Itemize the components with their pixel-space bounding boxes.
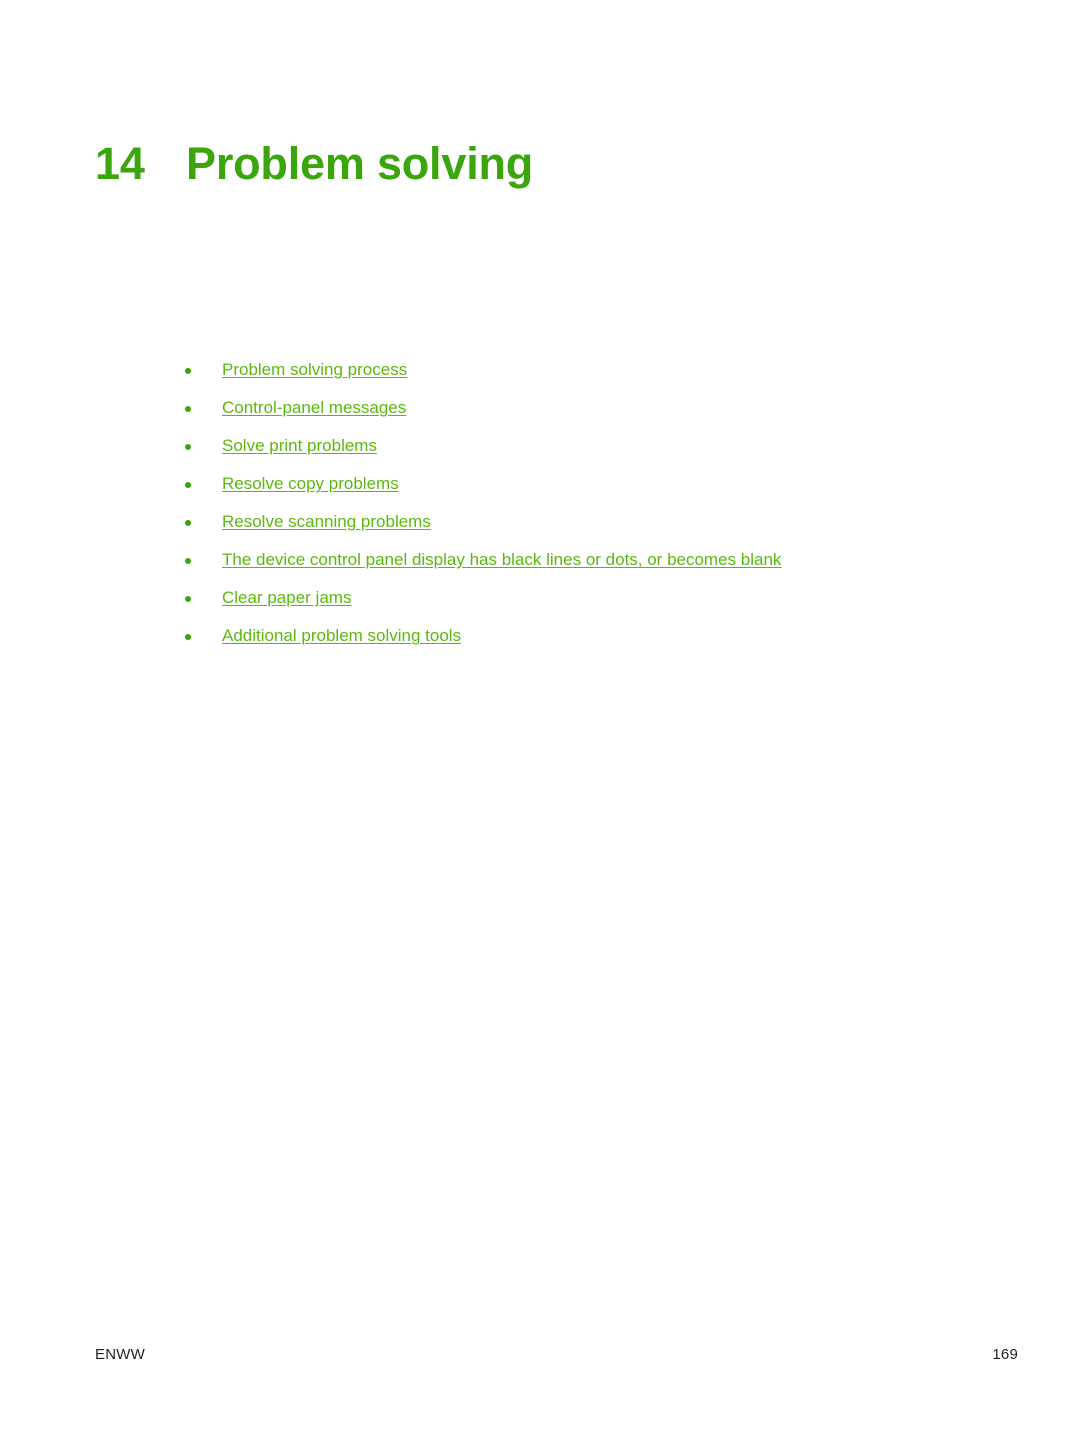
section-link-solve-print-problems[interactable]: Solve print problems [222, 436, 377, 455]
list-item: Additional problem solving tools [182, 624, 942, 662]
chapter-number: 14 [95, 138, 145, 190]
section-link-clear-paper-jams[interactable]: Clear paper jams [222, 588, 351, 607]
bullet-icon [185, 368, 191, 374]
section-link-control-panel-messages[interactable]: Control-panel messages [222, 398, 406, 417]
page-footer: ENWW 169 [95, 1346, 1018, 1363]
section-link-additional-problem-solving-tools[interactable]: Additional problem solving tools [222, 626, 461, 645]
section-link-resolve-scanning-problems[interactable]: Resolve scanning problems [222, 512, 431, 531]
chapter-section-list: Problem solving process Control-panel me… [182, 358, 942, 662]
page-number: 169 [992, 1346, 1018, 1363]
bullet-icon [185, 634, 191, 640]
list-item: Clear paper jams [182, 586, 942, 624]
chapter-title: Problem solving [186, 138, 534, 190]
bullet-icon [185, 596, 191, 602]
list-item: The device control panel display has bla… [182, 548, 942, 586]
footer-locale-label: ENWW [95, 1346, 145, 1363]
list-item: Control-panel messages [182, 396, 942, 434]
section-link-problem-solving-process[interactable]: Problem solving process [222, 360, 407, 379]
bullet-icon [185, 482, 191, 488]
list-item: Solve print problems [182, 434, 942, 472]
section-link-resolve-copy-problems[interactable]: Resolve copy problems [222, 474, 399, 493]
list-item: Resolve scanning problems [182, 510, 942, 548]
bullet-icon [185, 520, 191, 526]
page-title: 14 Problem solving [95, 138, 533, 190]
list-item: Problem solving process [182, 358, 942, 396]
bullet-icon [185, 444, 191, 450]
section-link-control-panel-display-issues[interactable]: The device control panel display has bla… [222, 550, 781, 569]
bullet-icon [185, 406, 191, 412]
bullet-icon [185, 558, 191, 564]
list-item: Resolve copy problems [182, 472, 942, 510]
document-page: 14 Problem solving Problem solving proce… [0, 0, 1080, 1437]
